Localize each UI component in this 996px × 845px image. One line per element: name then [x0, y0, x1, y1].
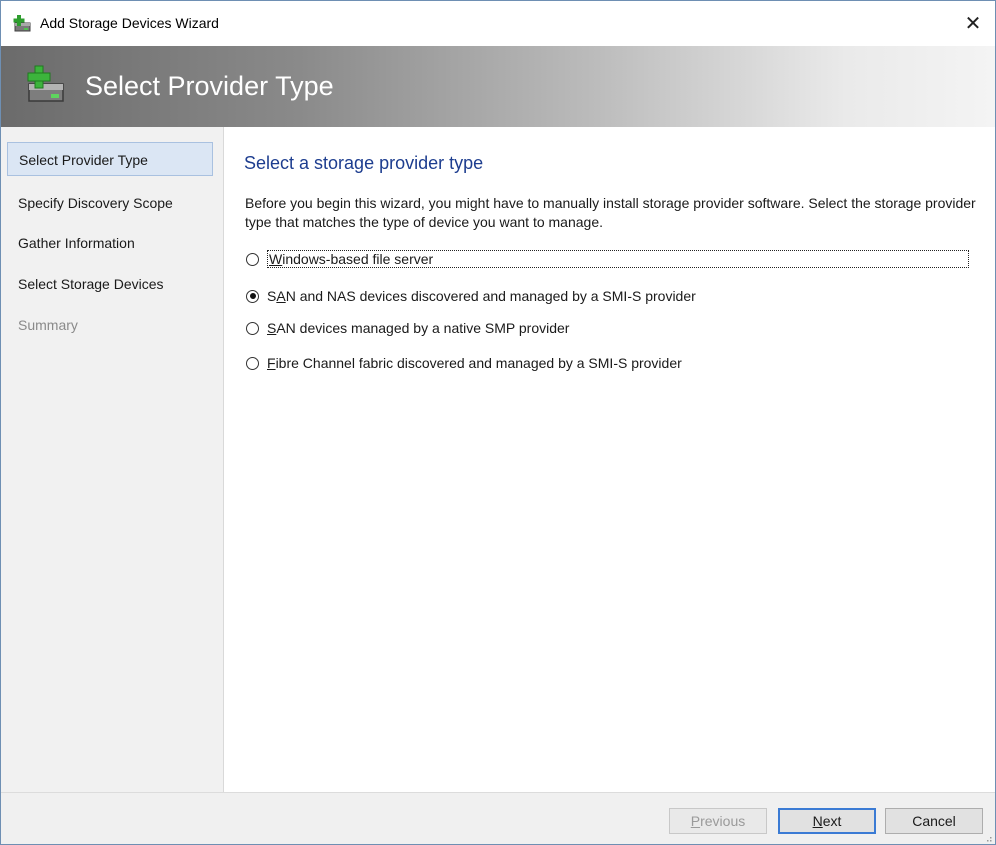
section-heading: Select a storage provider type [244, 153, 484, 173]
nav-step-label: Select Provider Type [19, 152, 148, 168]
radio-button[interactable] [246, 356, 259, 370]
radio-button[interactable] [246, 289, 259, 303]
wizard-header: Select Provider Type [1, 46, 995, 127]
next-button[interactable]: Next [778, 808, 876, 834]
option-windows-file-server[interactable]: Windows-based file server [246, 248, 969, 270]
wizard-window: Add Storage Devices Wizard ✕ Select Prov… [0, 0, 996, 845]
nav-step-specify-discovery-scope[interactable]: Specify Discovery Scope [7, 186, 213, 220]
page-title: Select Provider Type [85, 71, 334, 101]
option-label: SAN and NAS devices discovered and manag… [267, 288, 696, 304]
nav-step-select-storage-devices[interactable]: Select Storage Devices [7, 267, 213, 301]
nav-step-select-provider-type[interactable]: Select Provider Type [7, 142, 213, 176]
nav-step-label: Summary [18, 317, 78, 333]
resize-grip-icon[interactable] [982, 832, 992, 842]
close-icon: ✕ [964, 13, 982, 35]
nav-step-label: Select Storage Devices [18, 276, 164, 292]
nav-step-gather-information[interactable]: Gather Information [7, 226, 213, 260]
nav-step-label: Specify Discovery Scope [18, 195, 173, 211]
close-button[interactable]: ✕ [951, 1, 995, 46]
wizard-content: Select a storage provider type Before yo… [224, 127, 995, 792]
option-label: Fibre Channel fabric discovered and mana… [267, 355, 682, 371]
option-label: SAN devices managed by a native SMP prov… [267, 320, 570, 336]
previous-button[interactable]: Previous [669, 808, 767, 834]
storage-add-icon [13, 15, 31, 32]
option-san-native-smp[interactable]: SAN devices managed by a native SMP prov… [246, 317, 569, 339]
wizard-footer: Previous Next Cancel [1, 792, 995, 844]
title-bar[interactable]: Add Storage Devices Wizard ✕ [1, 1, 995, 46]
nav-step-label: Gather Information [18, 235, 135, 251]
storage-add-icon [27, 65, 64, 102]
option-label: Windows-based file server [267, 250, 969, 268]
radio-button[interactable] [246, 321, 259, 335]
nav-step-summary: Summary [7, 308, 213, 342]
option-san-nas-smis[interactable]: SAN and NAS devices discovered and manag… [246, 285, 696, 307]
cancel-button[interactable]: Cancel [885, 808, 983, 834]
wizard-steps-nav: Select Provider Type Specify Discovery S… [1, 127, 224, 792]
option-fibre-channel-smis[interactable]: Fibre Channel fabric discovered and mana… [246, 352, 682, 374]
radio-button[interactable] [246, 252, 259, 266]
window-title: Add Storage Devices Wizard [40, 15, 219, 31]
section-description: Before you begin this wizard, you might … [245, 195, 976, 230]
